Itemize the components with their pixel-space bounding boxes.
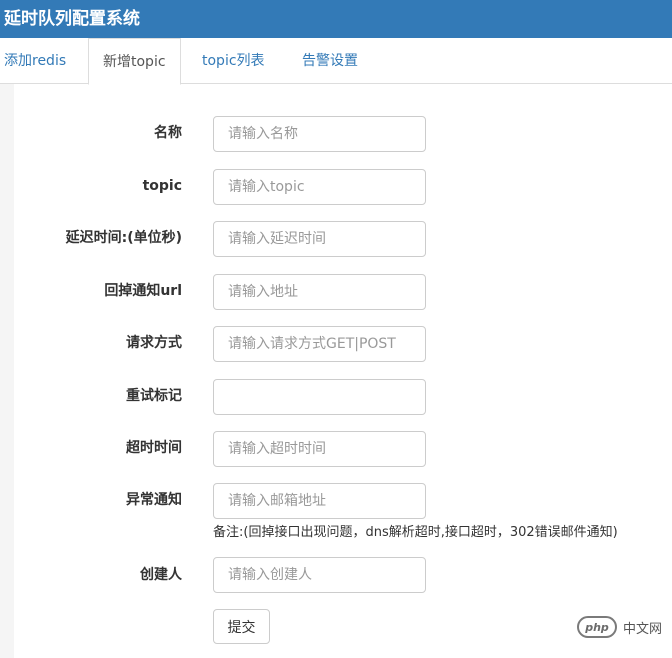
exception-notify-label: 异常通知 (126, 492, 182, 508)
submit-button[interactable]: 提交 (213, 609, 270, 644)
request-method-label: 请求方式 (126, 335, 182, 351)
name-input[interactable] (213, 116, 426, 152)
left-gutter (0, 84, 14, 658)
delay-input[interactable] (213, 221, 426, 257)
notification-note: 备注:(回掉接口出现问题，dns解析超时,接口超时，302错误邮件通知) (213, 525, 618, 540)
app-header: 延时队列配置系统 (0, 0, 672, 38)
callback-url-input[interactable] (213, 274, 426, 310)
timeout-input[interactable] (213, 431, 426, 467)
name-label: 名称 (154, 125, 182, 141)
watermark: php 中文网 (577, 612, 662, 642)
tab-topic-list[interactable]: topic列表 (202, 38, 265, 84)
retry-flag-input[interactable] (213, 379, 426, 415)
creator-label: 创建人 (140, 567, 182, 583)
timeout-label: 超时时间 (126, 440, 182, 456)
tab-add-redis[interactable]: 添加redis (4, 38, 66, 84)
topic-label: topic (142, 178, 182, 194)
tab-new-topic[interactable]: 新增topic (88, 38, 181, 85)
email-input[interactable] (213, 483, 426, 519)
php-logo-icon: php (577, 616, 617, 638)
callback-url-label: 回掉通知url (104, 283, 182, 299)
request-method-input[interactable] (213, 326, 426, 362)
topic-input[interactable] (213, 169, 426, 205)
retry-flag-label: 重试标记 (126, 388, 182, 404)
app-title: 延时队列配置系统 (4, 9, 140, 29)
delay-label: 延迟时间:(单位秒) (65, 230, 182, 246)
tab-alert-settings[interactable]: 告警设置 (302, 38, 358, 84)
tab-bar: 添加redis 新增topic topic列表 告警设置 (0, 38, 672, 85)
creator-input[interactable] (213, 557, 426, 593)
watermark-text: 中文网 (623, 621, 663, 637)
